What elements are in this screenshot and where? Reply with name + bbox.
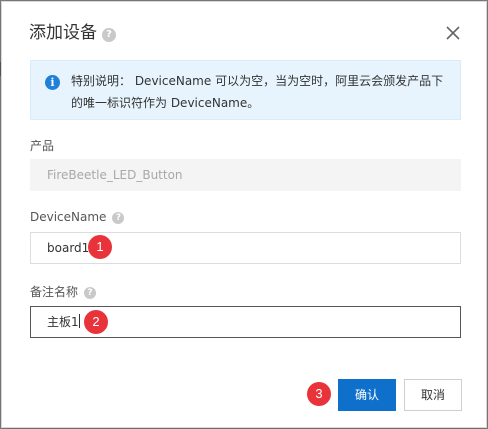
close-icon[interactable] [443, 23, 463, 43]
notice-box: i 特别说明： DeviceName 可以为空，当为空时，阿里云会颁发产品下的唯… [30, 60, 461, 120]
remark-value: 主板1 [47, 315, 79, 329]
notice-text: 特别说明： DeviceName 可以为空，当为空时，阿里云会颁发产品下的唯一标… [71, 74, 444, 110]
dialog-title: 添加设备 [29, 23, 97, 43]
product-label: 产品 [30, 138, 54, 154]
step-2-badge: 2 [84, 310, 108, 334]
device-name-label: DeviceName? [30, 209, 125, 225]
device-name-help-icon[interactable]: ? [112, 212, 125, 224]
product-field: FireBeetle_LED_Button [30, 159, 461, 191]
step-1-badge: 1 [88, 235, 112, 259]
device-name-label-text: DeviceName [30, 210, 107, 224]
step-3-badge: 3 [307, 382, 331, 406]
text-caret [78, 314, 80, 328]
remark-label-text: 备注名称 [30, 285, 79, 299]
dialog-header: 添加设备 ? [2, 2, 486, 62]
remark-label: 备注名称? [30, 284, 97, 300]
add-device-dialog: 添加设备 ? i 特别说明： DeviceName 可以为空，当为空时，阿里云会… [1, 1, 487, 428]
title-help-icon[interactable]: ? [102, 28, 116, 42]
product-label-text: 产品 [30, 139, 55, 153]
confirm-button[interactable]: 确认 [338, 379, 396, 411]
info-icon: i [45, 75, 60, 90]
cancel-button[interactable]: 取消 [404, 379, 462, 411]
remark-help-icon[interactable]: ? [84, 287, 97, 299]
device-name-value: board1 [47, 241, 90, 255]
